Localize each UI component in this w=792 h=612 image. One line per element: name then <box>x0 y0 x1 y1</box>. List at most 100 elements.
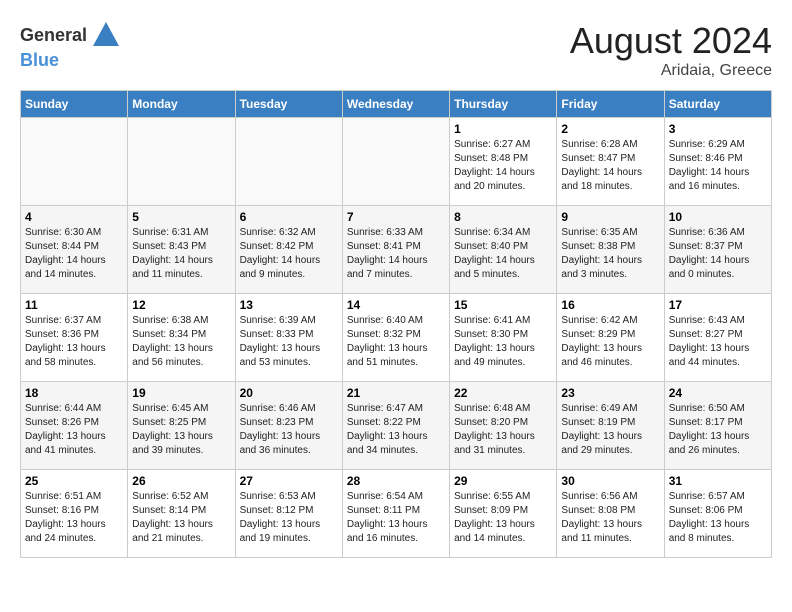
day-info: Sunrise: 6:51 AM Sunset: 8:16 PM Dayligh… <box>25 490 123 546</box>
day-number: 9 <box>561 210 659 224</box>
day-number: 27 <box>240 474 338 488</box>
weekday-header-monday: Monday <box>128 91 235 118</box>
day-info: Sunrise: 6:27 AM Sunset: 8:48 PM Dayligh… <box>454 138 552 194</box>
day-info: Sunrise: 6:56 AM Sunset: 8:08 PM Dayligh… <box>561 490 659 546</box>
day-number: 16 <box>561 298 659 312</box>
calendar-cell: 25 Sunrise: 6:51 AM Sunset: 8:16 PM Dayli… <box>21 470 128 558</box>
calendar-cell <box>21 118 128 206</box>
day-number: 20 <box>240 386 338 400</box>
calendar-cell: 23 Sunrise: 6:49 AM Sunset: 8:19 PM Dayli… <box>557 382 664 470</box>
day-number: 25 <box>25 474 123 488</box>
day-info: Sunrise: 6:57 AM Sunset: 8:06 PM Dayligh… <box>669 490 767 546</box>
weekday-header-saturday: Saturday <box>664 91 771 118</box>
day-number: 4 <box>25 210 123 224</box>
day-info: Sunrise: 6:47 AM Sunset: 8:22 PM Dayligh… <box>347 402 445 458</box>
day-info: Sunrise: 6:55 AM Sunset: 8:09 PM Dayligh… <box>454 490 552 546</box>
day-number: 18 <box>25 386 123 400</box>
weekday-header-sunday: Sunday <box>21 91 128 118</box>
day-number: 23 <box>561 386 659 400</box>
day-number: 2 <box>561 122 659 136</box>
day-info: Sunrise: 6:36 AM Sunset: 8:37 PM Dayligh… <box>669 226 767 282</box>
day-info: Sunrise: 6:49 AM Sunset: 8:19 PM Dayligh… <box>561 402 659 458</box>
calendar-cell: 3 Sunrise: 6:29 AM Sunset: 8:46 PM Daylig… <box>664 118 771 206</box>
day-number: 29 <box>454 474 552 488</box>
logo-block: General Blue <box>20 20 121 71</box>
calendar-table: SundayMondayTuesdayWednesdayThursdayFrid… <box>20 90 772 558</box>
logo-icon <box>91 20 121 50</box>
day-info: Sunrise: 6:29 AM Sunset: 8:46 PM Dayligh… <box>669 138 767 194</box>
calendar-cell: 5 Sunrise: 6:31 AM Sunset: 8:43 PM Daylig… <box>128 206 235 294</box>
calendar-cell: 29 Sunrise: 6:55 AM Sunset: 8:09 PM Dayli… <box>450 470 557 558</box>
calendar-cell: 21 Sunrise: 6:47 AM Sunset: 8:22 PM Dayli… <box>342 382 449 470</box>
day-info: Sunrise: 6:30 AM Sunset: 8:44 PM Dayligh… <box>25 226 123 282</box>
weekday-header-friday: Friday <box>557 91 664 118</box>
day-info: Sunrise: 6:32 AM Sunset: 8:42 PM Dayligh… <box>240 226 338 282</box>
calendar-cell: 24Sunrise: 6:50 AM Sunset: 8:17 PM Dayli… <box>664 382 771 470</box>
calendar-cell: 2Sunrise: 6:28 AM Sunset: 8:47 PM Daylig… <box>557 118 664 206</box>
calendar-cell: 10 Sunrise: 6:36 AM Sunset: 8:37 PM Dayli… <box>664 206 771 294</box>
day-number: 8 <box>454 210 552 224</box>
day-number: 12 <box>132 298 230 312</box>
day-number: 10 <box>669 210 767 224</box>
calendar-cell: 14 Sunrise: 6:40 AM Sunset: 8:32 PM Dayli… <box>342 294 449 382</box>
day-info: Sunrise: 6:35 AM Sunset: 8:38 PM Dayligh… <box>561 226 659 282</box>
calendar-cell: 7 Sunrise: 6:33 AM Sunset: 8:41 PM Daylig… <box>342 206 449 294</box>
day-info: Sunrise: 6:40 AM Sunset: 8:32 PM Dayligh… <box>347 314 445 370</box>
day-info: Sunrise: 6:33 AM Sunset: 8:41 PM Dayligh… <box>347 226 445 282</box>
day-number: 11 <box>25 298 123 312</box>
day-info: Sunrise: 6:54 AM Sunset: 8:11 PM Dayligh… <box>347 490 445 546</box>
day-info: Sunrise: 6:43 AM Sunset: 8:27 PM Dayligh… <box>669 314 767 370</box>
day-number: 6 <box>240 210 338 224</box>
day-number: 7 <box>347 210 445 224</box>
day-number: 28 <box>347 474 445 488</box>
calendar-cell: 9 Sunrise: 6:35 AM Sunset: 8:38 PM Daylig… <box>557 206 664 294</box>
weekday-header-row: SundayMondayTuesdayWednesdayThursdayFrid… <box>21 91 772 118</box>
calendar-cell: 11Sunrise: 6:37 AM Sunset: 8:36 PM Dayli… <box>21 294 128 382</box>
page-header: General Blue August 2024 Aridaia, Greece <box>20 20 772 80</box>
calendar-cell: 19 Sunrise: 6:45 AM Sunset: 8:25 PM Dayli… <box>128 382 235 470</box>
day-number: 24 <box>669 386 767 400</box>
day-info: Sunrise: 6:41 AM Sunset: 8:30 PM Dayligh… <box>454 314 552 370</box>
calendar-cell: 6 Sunrise: 6:32 AM Sunset: 8:42 PM Daylig… <box>235 206 342 294</box>
day-info: Sunrise: 6:31 AM Sunset: 8:43 PM Dayligh… <box>132 226 230 282</box>
day-info: Sunrise: 6:44 AM Sunset: 8:26 PM Dayligh… <box>25 402 123 458</box>
day-info: Sunrise: 6:42 AM Sunset: 8:29 PM Dayligh… <box>561 314 659 370</box>
weekday-header-wednesday: Wednesday <box>342 91 449 118</box>
day-number: 26 <box>132 474 230 488</box>
day-number: 14 <box>347 298 445 312</box>
day-info: Sunrise: 6:39 AM Sunset: 8:33 PM Dayligh… <box>240 314 338 370</box>
location: Aridaia, Greece <box>570 62 772 80</box>
calendar-cell: 30 Sunrise: 6:56 AM Sunset: 8:08 PM Dayli… <box>557 470 664 558</box>
calendar-week-row: 4 Sunrise: 6:30 AM Sunset: 8:44 PM Daylig… <box>21 206 772 294</box>
calendar-week-row: 1 Sunrise: 6:27 AM Sunset: 8:48 PM Daylig… <box>21 118 772 206</box>
day-number: 22 <box>454 386 552 400</box>
day-number: 13 <box>240 298 338 312</box>
calendar-cell: 20Sunrise: 6:46 AM Sunset: 8:23 PM Dayli… <box>235 382 342 470</box>
day-info: Sunrise: 6:34 AM Sunset: 8:40 PM Dayligh… <box>454 226 552 282</box>
day-number: 15 <box>454 298 552 312</box>
weekday-header-tuesday: Tuesday <box>235 91 342 118</box>
calendar-cell: 4 Sunrise: 6:30 AM Sunset: 8:44 PM Daylig… <box>21 206 128 294</box>
day-number: 19 <box>132 386 230 400</box>
day-number: 21 <box>347 386 445 400</box>
calendar-cell: 27 Sunrise: 6:53 AM Sunset: 8:12 PM Dayli… <box>235 470 342 558</box>
calendar-cell <box>342 118 449 206</box>
day-info: Sunrise: 6:48 AM Sunset: 8:20 PM Dayligh… <box>454 402 552 458</box>
calendar-cell: 16 Sunrise: 6:42 AM Sunset: 8:29 PM Dayli… <box>557 294 664 382</box>
day-number: 5 <box>132 210 230 224</box>
calendar-cell: 13 Sunrise: 6:39 AM Sunset: 8:33 PM Dayli… <box>235 294 342 382</box>
day-info: Sunrise: 6:53 AM Sunset: 8:12 PM Dayligh… <box>240 490 338 546</box>
weekday-header-thursday: Thursday <box>450 91 557 118</box>
calendar-cell: 22 Sunrise: 6:48 AM Sunset: 8:20 PM Dayli… <box>450 382 557 470</box>
calendar-week-row: 18 Sunrise: 6:44 AM Sunset: 8:26 PM Dayli… <box>21 382 772 470</box>
day-info: Sunrise: 6:45 AM Sunset: 8:25 PM Dayligh… <box>132 402 230 458</box>
calendar-week-row: 11Sunrise: 6:37 AM Sunset: 8:36 PM Dayli… <box>21 294 772 382</box>
calendar-cell: 18 Sunrise: 6:44 AM Sunset: 8:26 PM Dayli… <box>21 382 128 470</box>
calendar-cell: 1 Sunrise: 6:27 AM Sunset: 8:48 PM Daylig… <box>450 118 557 206</box>
calendar-cell <box>128 118 235 206</box>
calendar-cell: 26Sunrise: 6:52 AM Sunset: 8:14 PM Dayli… <box>128 470 235 558</box>
day-number: 30 <box>561 474 659 488</box>
day-number: 1 <box>454 122 552 136</box>
day-number: 3 <box>669 122 767 136</box>
logo-general: General <box>20 25 87 46</box>
